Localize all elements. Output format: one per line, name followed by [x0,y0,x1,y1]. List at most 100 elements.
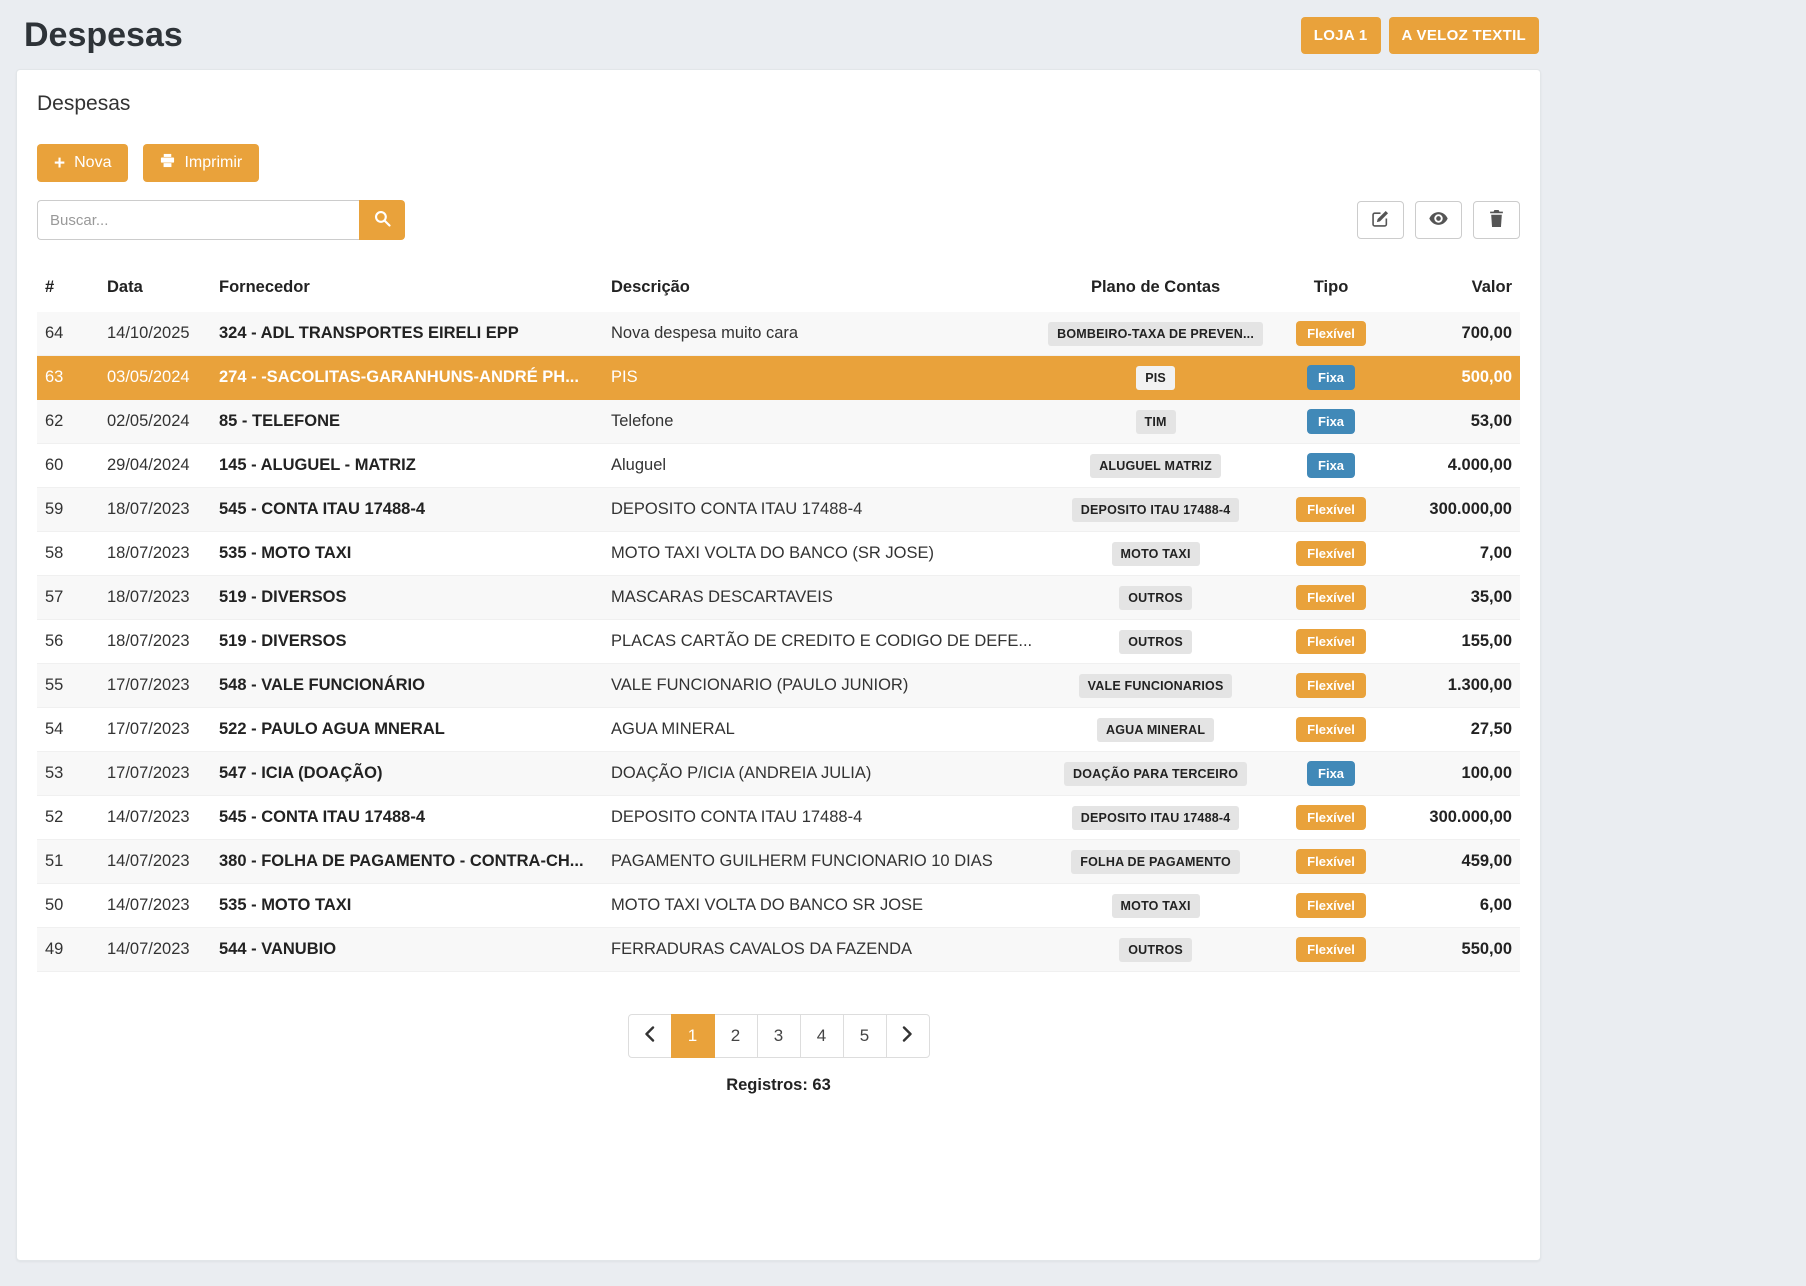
cell-tipo: Flexível [1271,620,1391,664]
pagination-page-2[interactable]: 2 [714,1014,758,1058]
cell-id: 62 [37,400,99,444]
plano-badge: OUTROS [1119,630,1192,654]
cell-data: 18/07/2023 [99,532,211,576]
search-input[interactable] [37,200,359,240]
cell-valor: 300.000,00 [1391,488,1520,532]
cell-valor: 300.000,00 [1391,796,1520,840]
view-button[interactable] [1415,201,1462,239]
edit-button[interactable] [1357,201,1404,239]
print-label: Imprimir [184,154,242,172]
cell-plano: VALE FUNCIONARIOS [1040,664,1271,708]
delete-button[interactable] [1473,201,1520,239]
cell-fornecedor: 145 - ALUGUEL - MATRIZ [211,444,603,488]
plano-badge: TIM [1136,410,1176,434]
plano-badge: AGUA MINERAL [1097,718,1214,742]
pagination-next[interactable] [886,1014,930,1058]
table-header-row: # Data Fornecedor Descrição Plano de Con… [37,268,1520,312]
tipo-badge: Fixa [1307,453,1355,478]
table-row[interactable]: 62 02/05/2024 85 - TELEFONE Telefone TIM… [37,400,1520,444]
col-header-data: Data [99,268,211,312]
cell-valor: 500,00 [1391,356,1520,400]
cell-fornecedor: 85 - TELEFONE [211,400,603,444]
cell-descricao: PAGAMENTO GUILHERM FUNCIONARIO 10 DIAS [603,840,1040,884]
company-button[interactable]: A VELOZ TEXTIL [1389,17,1539,54]
cell-id: 54 [37,708,99,752]
page-title: Despesas [24,16,183,55]
expenses-table: # Data Fornecedor Descrição Plano de Con… [37,268,1520,972]
plano-badge: VALE FUNCIONARIOS [1079,674,1233,698]
cell-tipo: Fixa [1271,400,1391,444]
table-row[interactable]: 63 03/05/2024 274 - -SACOLITAS-GARANHUNS… [37,356,1520,400]
store-button[interactable]: LOJA 1 [1301,17,1381,54]
cell-tipo: Flexível [1271,840,1391,884]
cell-descricao: DEPOSITO CONTA ITAU 17488-4 [603,796,1040,840]
cell-descricao: MASCARAS DESCARTAVEIS [603,576,1040,620]
cell-data: 14/07/2023 [99,928,211,972]
cell-id: 58 [37,532,99,576]
table-row[interactable]: 53 17/07/2023 547 - ICIA (DOAÇÃO) DOAÇÃO… [37,752,1520,796]
tipo-badge: Fixa [1307,761,1355,786]
cell-plano: OUTROS [1040,576,1271,620]
plano-badge: FOLHA DE PAGAMENTO [1071,850,1240,874]
tipo-badge: Flexível [1296,585,1366,610]
cell-tipo: Flexível [1271,884,1391,928]
cell-valor: 35,00 [1391,576,1520,620]
pagination-page-3[interactable]: 3 [757,1014,801,1058]
cell-descricao: MOTO TAXI VOLTA DO BANCO SR JOSE [603,884,1040,928]
topbar: Despesas LOJA 1 A VELOZ TEXTIL [16,0,1541,69]
cell-fornecedor: 324 - ADL TRANSPORTES EIRELI EPP [211,312,603,356]
row-action-buttons [1357,201,1520,239]
tipo-badge: Flexível [1296,805,1366,830]
pagination-prev[interactable] [628,1014,672,1058]
printer-icon [160,153,175,173]
cell-plano: DEPOSITO ITAU 17488-4 [1040,488,1271,532]
cell-fornecedor: 380 - FOLHA DE PAGAMENTO - CONTRA-CH... [211,840,603,884]
cell-descricao: Aluguel [603,444,1040,488]
new-expense-button[interactable]: + Nova [37,144,128,182]
cell-data: 29/04/2024 [99,444,211,488]
table-row[interactable]: 60 29/04/2024 145 - ALUGUEL - MATRIZ Alu… [37,444,1520,488]
cell-fornecedor: 522 - PAULO AGUA MNERAL [211,708,603,752]
table-row[interactable]: 57 18/07/2023 519 - DIVERSOS MASCARAS DE… [37,576,1520,620]
pagination-page-4[interactable]: 4 [800,1014,844,1058]
cell-tipo: Flexível [1271,928,1391,972]
tipo-badge: Flexível [1296,541,1366,566]
table-row[interactable]: 58 18/07/2023 535 - MOTO TAXI MOTO TAXI … [37,532,1520,576]
table-row[interactable]: 49 14/07/2023 544 - VANUBIO FERRADURAS C… [37,928,1520,972]
pagination-page-5[interactable]: 5 [843,1014,887,1058]
plano-badge: DOAÇÃO PARA TERCEIRO [1064,762,1247,786]
cell-valor: 700,00 [1391,312,1520,356]
plano-badge: MOTO TAXI [1112,894,1200,918]
cell-valor: 550,00 [1391,928,1520,972]
col-header-descricao: Descrição [603,268,1040,312]
table-row[interactable]: 56 18/07/2023 519 - DIVERSOS PLACAS CART… [37,620,1520,664]
cell-fornecedor: 545 - CONTA ITAU 17488-4 [211,488,603,532]
cell-data: 02/05/2024 [99,400,211,444]
cell-descricao: DOAÇÃO P/ICIA (ANDREIA JULIA) [603,752,1040,796]
cell-fornecedor: 545 - CONTA ITAU 17488-4 [211,796,603,840]
cell-valor: 6,00 [1391,884,1520,928]
cell-descricao: MOTO TAXI VOLTA DO BANCO (SR JOSE) [603,532,1040,576]
cell-id: 50 [37,884,99,928]
table-row[interactable]: 52 14/07/2023 545 - CONTA ITAU 17488-4 D… [37,796,1520,840]
table-row[interactable]: 55 17/07/2023 548 - VALE FUNCIONÁRIO VAL… [37,664,1520,708]
print-button[interactable]: Imprimir [143,144,259,182]
table-row[interactable]: 54 17/07/2023 522 - PAULO AGUA MNERAL AG… [37,708,1520,752]
search-row [37,200,1520,240]
col-header-tipo: Tipo [1271,268,1391,312]
cell-plano: MOTO TAXI [1040,884,1271,928]
table-row[interactable]: 64 14/10/2025 324 - ADL TRANSPORTES EIRE… [37,312,1520,356]
cell-valor: 27,50 [1391,708,1520,752]
tipo-badge: Flexível [1296,893,1366,918]
table-row[interactable]: 50 14/07/2023 535 - MOTO TAXI MOTO TAXI … [37,884,1520,928]
cell-descricao: VALE FUNCIONARIO (PAULO JUNIOR) [603,664,1040,708]
pagination-page-1[interactable]: 1 [671,1014,715,1058]
cell-id: 52 [37,796,99,840]
table-row[interactable]: 59 18/07/2023 545 - CONTA ITAU 17488-4 D… [37,488,1520,532]
trash-icon [1489,210,1504,230]
table-row[interactable]: 51 14/07/2023 380 - FOLHA DE PAGAMENTO -… [37,840,1520,884]
cell-plano: OUTROS [1040,928,1271,972]
plano-badge: OUTROS [1119,586,1192,610]
cell-descricao: AGUA MINERAL [603,708,1040,752]
search-button[interactable] [359,200,405,240]
